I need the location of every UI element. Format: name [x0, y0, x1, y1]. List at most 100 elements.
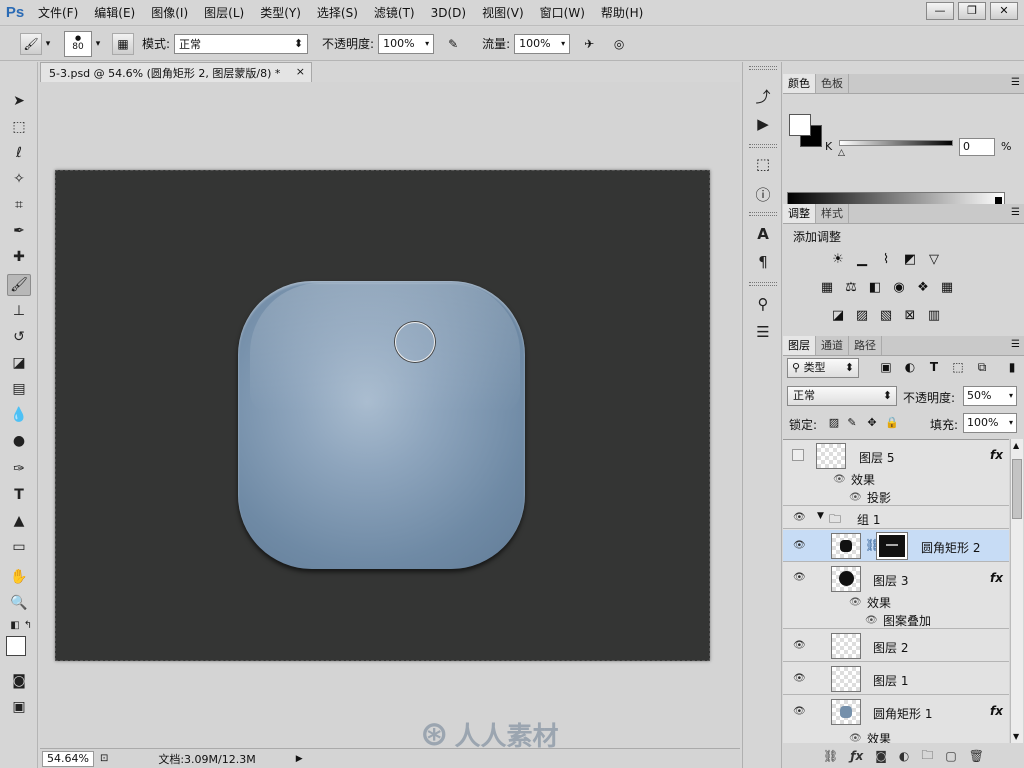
lock-all-icon[interactable]: 🔒: [885, 416, 899, 430]
vibrance-icon[interactable]: ▽: [925, 250, 943, 268]
expand-triangle-icon[interactable]: ▼: [817, 511, 824, 521]
layer-row[interactable]: 👁 圆角矩形 1 fx 👁 效果: [783, 696, 1009, 743]
layer-row[interactable]: 👁 图层 2: [783, 630, 1009, 662]
magic-wand-tool-icon[interactable]: ✧: [7, 168, 31, 190]
scrollbar-thumb[interactable]: [1012, 459, 1022, 519]
color-balance-icon[interactable]: ⚖: [842, 278, 860, 296]
brush-preset-icon[interactable]: 🖌: [20, 32, 42, 55]
k-value-field[interactable]: 0: [959, 138, 995, 156]
rectangle-tool-icon[interactable]: ▭: [7, 536, 31, 558]
channel-mixer-icon[interactable]: ❖: [914, 278, 932, 296]
foreground-color-swatch[interactable]: [789, 114, 811, 136]
lock-position-icon[interactable]: ✥: [865, 416, 879, 430]
quick-mask-icon[interactable]: ◙: [7, 670, 31, 692]
minimize-button[interactable]: —: [926, 2, 954, 20]
layer-name[interactable]: 组 1: [857, 511, 880, 528]
menu-layer[interactable]: 图层(L): [196, 4, 252, 21]
tab-adjustments[interactable]: 调整: [783, 204, 816, 223]
eye-icon[interactable]: 👁: [793, 512, 807, 524]
foreground-color-swatch[interactable]: [6, 636, 26, 656]
eye-icon[interactable]: 👁: [849, 597, 862, 608]
eye-icon[interactable]: 👁: [833, 474, 846, 485]
filter-shape-icon[interactable]: ⬚: [949, 360, 967, 376]
group-row[interactable]: 👁 ▼ 🗀 组 1: [783, 507, 1009, 529]
effect-name[interactable]: 投影: [867, 489, 891, 506]
zoom-field[interactable]: 54.64%: [42, 750, 94, 767]
new-adjustment-icon[interactable]: ◐: [899, 749, 909, 763]
lock-transparent-icon[interactable]: ▨: [827, 416, 841, 430]
layer-name[interactable]: 图层 2: [873, 639, 908, 656]
status-menu-arrow-icon[interactable]: ▶: [296, 754, 303, 764]
close-button[interactable]: ✕: [990, 2, 1018, 20]
panel-grip[interactable]: [749, 144, 777, 148]
color-lookup-icon[interactable]: ▦: [938, 278, 956, 296]
marquee-tool-icon[interactable]: ⬚: [7, 116, 31, 138]
eye-icon[interactable]: 👁: [793, 673, 807, 685]
panel-menu-icon[interactable]: ☰: [1011, 77, 1020, 88]
exposure-icon[interactable]: ◩: [901, 250, 919, 268]
character-icon[interactable]: A: [753, 224, 773, 244]
layer-name[interactable]: 图层 1: [873, 672, 908, 689]
add-mask-icon[interactable]: ◙: [875, 749, 887, 763]
gradient-tool-icon[interactable]: ▤: [7, 378, 31, 400]
3d-icon[interactable]: ⬚: [753, 154, 773, 174]
selective-color-icon[interactable]: ⊠: [901, 306, 919, 324]
menu-view[interactable]: 视图(V): [474, 4, 532, 21]
layers-scrollbar[interactable]: ▲ ▼: [1010, 439, 1023, 743]
layer-row[interactable]: 👁 图层 3 fx 👁 效果 👁 图案叠加: [783, 563, 1009, 629]
doc-info-icon[interactable]: ⊡: [100, 753, 108, 764]
layer-name[interactable]: 图层 5: [859, 449, 894, 466]
photo-filter-icon[interactable]: ◉: [890, 278, 908, 296]
layer-fx-icon[interactable]: fx: [990, 571, 1003, 585]
eye-icon[interactable]: 👁: [793, 540, 807, 552]
eye-icon[interactable]: 👁: [849, 492, 862, 503]
layer-mask-thumbnail[interactable]: [876, 532, 908, 560]
filter-toggle-icon[interactable]: ▮: [1003, 360, 1021, 376]
actions-play-icon[interactable]: ▶: [753, 114, 773, 134]
fill-field[interactable]: 100% ▾: [963, 413, 1017, 433]
crop-tool-icon[interactable]: ⌗: [7, 194, 31, 216]
layer-fx-icon[interactable]: fx: [990, 704, 1003, 718]
chevron-down-icon[interactable]: ▾: [92, 39, 104, 49]
layer-row[interactable]: 👁 ⛓ 圆角矩形 2: [783, 530, 1009, 562]
panel-grip[interactable]: [749, 66, 777, 70]
k-slider[interactable]: [839, 140, 953, 146]
add-style-icon[interactable]: ƒx: [850, 749, 863, 763]
lasso-tool-icon[interactable]: ℓ: [7, 142, 31, 164]
pressure-opacity-icon[interactable]: ✎: [442, 33, 464, 55]
history-icon[interactable]: ⤴: [753, 86, 773, 106]
layer-row[interactable]: 👁 图层 1: [783, 663, 1009, 695]
history-brush-tool-icon[interactable]: ↺: [7, 326, 31, 348]
eraser-tool-icon[interactable]: ◪: [7, 352, 31, 374]
flow-field[interactable]: 100% ▾: [514, 33, 571, 54]
brush-presets-icon[interactable]: ⚲: [753, 294, 773, 314]
layer-name[interactable]: 图层 3: [873, 572, 908, 589]
trash-icon[interactable]: 🗑: [969, 749, 984, 763]
zoom-tool-icon[interactable]: 🔍: [7, 592, 31, 614]
filter-type-icon[interactable]: T: [925, 360, 943, 376]
close-tab-icon[interactable]: ×: [296, 65, 305, 78]
layer-row[interactable]: 图层 5 fx 👁 效果 👁 投影: [783, 440, 1009, 506]
filter-adjustment-icon[interactable]: ◐: [901, 360, 919, 376]
hue-saturation-icon[interactable]: ▦: [818, 278, 836, 296]
blend-mode-select[interactable]: 正常 ⬍: [787, 386, 897, 406]
type-tool-icon[interactable]: T: [7, 484, 31, 506]
posterize-icon[interactable]: ▨: [853, 306, 871, 324]
layer-name[interactable]: 圆角矩形 1: [873, 705, 932, 722]
curves-icon[interactable]: ⌇: [877, 250, 895, 268]
filter-smart-object-icon[interactable]: ⧉: [973, 360, 991, 376]
eye-icon[interactable]: 👁: [793, 572, 807, 584]
menu-file[interactable]: 文件(F): [30, 4, 86, 21]
panel-menu-icon[interactable]: ☰: [1011, 339, 1020, 350]
menu-3d[interactable]: 3D(D): [423, 6, 474, 20]
mode-select[interactable]: 正常 ⬍: [174, 33, 309, 54]
paragraph-icon[interactable]: ¶: [753, 252, 773, 272]
eye-icon[interactable]: 👁: [793, 640, 807, 652]
airbrush-icon[interactable]: ✈: [578, 33, 600, 55]
screen-mode-icon[interactable]: ▣: [7, 696, 31, 718]
blur-tool-icon[interactable]: 💧: [7, 404, 31, 426]
restore-button[interactable]: ❐: [958, 2, 986, 20]
pressure-size-icon[interactable]: ◎: [608, 33, 630, 55]
document-tab[interactable]: 5-3.psd @ 54.6% (圆角矩形 2, 图层蒙版/8) * ×: [40, 62, 312, 82]
ramp-black-swatch[interactable]: [995, 197, 1002, 204]
